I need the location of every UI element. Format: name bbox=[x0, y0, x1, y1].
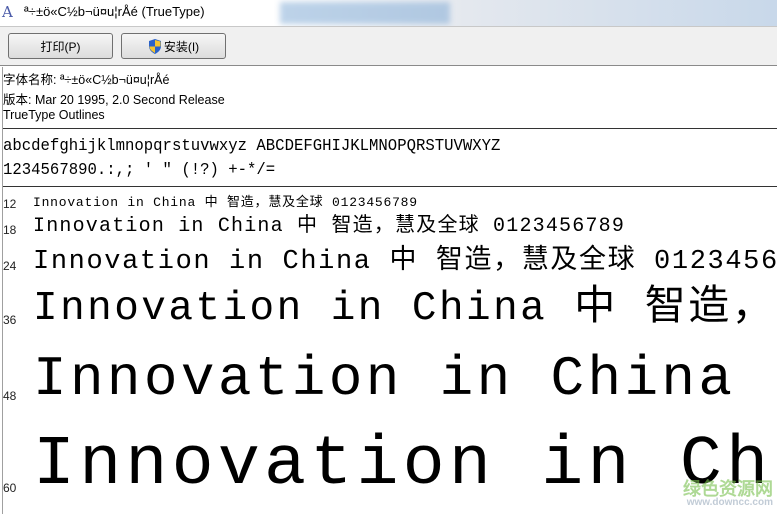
alphabet-sample: abcdefghijklmnopqrstuvwxyz ABCDEFGHIJKLM… bbox=[3, 137, 501, 156]
divider bbox=[3, 186, 777, 187]
size-label: 12 bbox=[3, 197, 17, 211]
print-button[interactable]: 打印(P) bbox=[8, 33, 113, 59]
font-app-icon: A bbox=[2, 3, 13, 21]
font-preview: 字体名称: ª÷±ö«C½b¬ü¤u¦rÅé 版本: Mar 20 1995, … bbox=[2, 67, 777, 514]
font-name: 字体名称: ª÷±ö«C½b¬ü¤u¦rÅé bbox=[3, 73, 170, 87]
sample-text: Innovation in China 中 智造，慧及全球 0123456789 bbox=[33, 247, 777, 277]
size-label: 18 bbox=[3, 223, 17, 237]
size-label: 36 bbox=[3, 313, 17, 327]
font-version: 版本: Mar 20 1995, 2.0 Second Release bbox=[3, 93, 225, 107]
window-title: ª÷±ö«C½b¬ü¤u¦rÅé (TrueType) bbox=[24, 4, 205, 19]
watermark: 绿色资源网 www.downcc.com bbox=[683, 480, 773, 508]
uac-shield-icon bbox=[148, 38, 161, 54]
watermark-name: 绿色资源网 bbox=[683, 479, 773, 499]
title-bar: A ª÷±ö«C½b¬ü¤u¦rÅé (TrueType) bbox=[0, 0, 777, 26]
install-button[interactable]: 安装(I) bbox=[121, 33, 226, 59]
install-label: 安装(I) bbox=[163, 39, 200, 54]
toolbar: 打印(P) 安装(I) bbox=[0, 26, 777, 66]
size-label: 24 bbox=[3, 259, 17, 273]
sample-text: Innovation in China 中 智造，慧及全球 0123456789 bbox=[33, 195, 418, 210]
divider bbox=[3, 128, 777, 129]
font-outline-type: TrueType Outlines bbox=[3, 108, 105, 122]
size-label: 48 bbox=[3, 389, 17, 403]
digits-sample: 1234567890.:,; ' " (!?) +-*/= bbox=[3, 161, 276, 180]
print-label: 打印(P) bbox=[40, 39, 81, 54]
size-label: 60 bbox=[3, 481, 17, 495]
watermark-url: www.downcc.com bbox=[686, 497, 773, 508]
sample-text: Innovation in China 中 智造，慧及全球 0123456789 bbox=[33, 426, 777, 505]
sample-text: Innovation in China 中 智造，慧及全球 0123456789 bbox=[33, 347, 777, 411]
sample-text: Innovation in China 中 智造，慧及全球 0123456789 bbox=[33, 215, 626, 238]
background-blur bbox=[280, 2, 450, 24]
sample-text: Innovation in China 中 智造，慧及全球 0123456789 bbox=[33, 286, 777, 332]
